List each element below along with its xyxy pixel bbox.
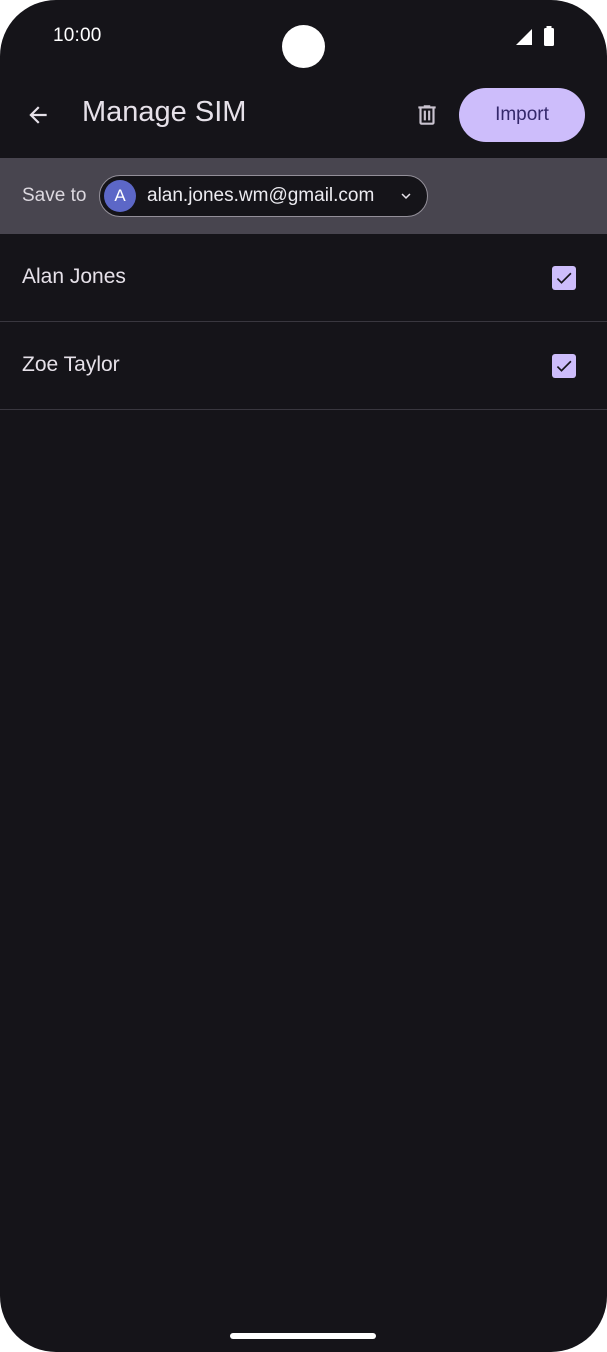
save-to-bar: Save to A alan.jones.wm@gmail.com [0, 158, 607, 234]
contact-checkbox[interactable] [552, 354, 576, 378]
battery-icon [543, 26, 555, 51]
import-button[interactable]: Import [459, 88, 585, 142]
list-item[interactable]: Alan Jones [0, 234, 607, 322]
status-bar: 10:00 [0, 0, 607, 72]
contact-list: Alan Jones Zoe Taylor [0, 234, 607, 410]
list-item[interactable]: Zoe Taylor [0, 322, 607, 410]
phone-screen: 10:00 Manage SIM Import Save to A alan.j… [0, 0, 607, 1352]
avatar: A [104, 180, 136, 212]
save-to-label: Save to [22, 185, 87, 206]
checkmark-icon [556, 360, 572, 372]
account-selector[interactable]: A alan.jones.wm@gmail.com [99, 175, 428, 217]
chevron-down-icon [401, 193, 411, 199]
delete-button[interactable] [403, 91, 451, 139]
back-button[interactable] [14, 91, 62, 139]
contact-checkbox[interactable] [552, 266, 576, 290]
status-time: 10:00 [53, 25, 102, 46]
camera-cutout [282, 25, 325, 68]
arrow-back-icon [29, 106, 47, 124]
checkmark-icon [556, 272, 572, 284]
home-indicator[interactable] [230, 1333, 376, 1339]
trash-icon [418, 105, 436, 125]
contact-name: Zoe Taylor [22, 353, 120, 376]
contact-name: Alan Jones [22, 265, 126, 288]
app-bar: Manage SIM Import [0, 72, 607, 158]
signal-icon [515, 28, 533, 51]
page-title: Manage SIM [82, 96, 247, 128]
account-email: alan.jones.wm@gmail.com [147, 185, 375, 206]
